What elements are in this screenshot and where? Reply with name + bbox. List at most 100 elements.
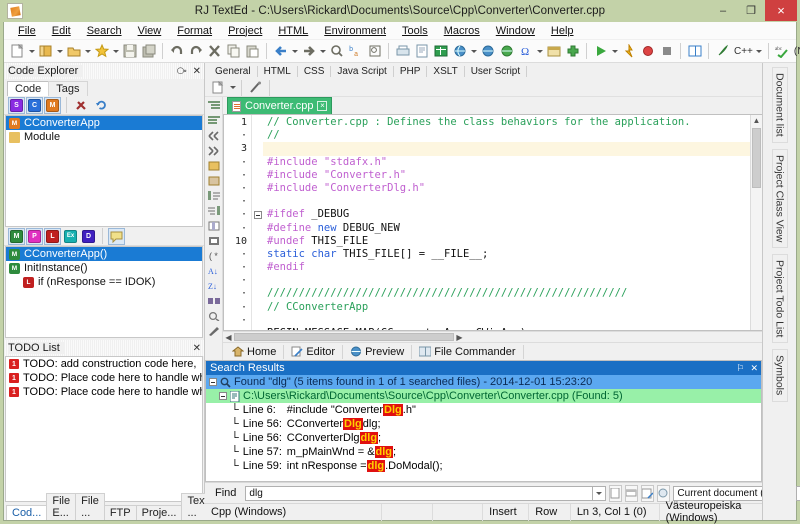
filter-method-button[interactable]: M <box>8 228 25 245</box>
open-folder-dropdown-icon[interactable] <box>83 42 92 61</box>
code-folding-column[interactable] <box>252 115 263 330</box>
ftp-dropdown-icon[interactable] <box>469 42 478 61</box>
search-in-files-icon[interactable] <box>365 42 384 61</box>
zoom-icon[interactable] <box>206 309 222 323</box>
replace-icon[interactable]: ba <box>346 42 365 61</box>
find-in-document-button[interactable] <box>609 485 622 502</box>
compare-icon[interactable] <box>206 294 222 308</box>
filter-class-button[interactable]: C <box>26 97 43 114</box>
back-dropdown-icon[interactable] <box>290 42 299 61</box>
ftp-upload-icon[interactable] <box>450 42 469 61</box>
menu-search[interactable]: Search <box>79 24 130 38</box>
find-in-files-button[interactable] <box>641 485 654 502</box>
tab-xslt[interactable]: XSLT <box>427 66 464 77</box>
menu-window[interactable]: Window <box>488 24 543 38</box>
run-icon[interactable] <box>591 42 610 61</box>
close-icon[interactable]: ✕ <box>190 343 204 354</box>
menu-help[interactable]: Help <box>543 24 582 38</box>
copy-icon[interactable] <box>224 42 243 61</box>
refresh-icon[interactable] <box>92 96 111 115</box>
right-tab-symbols[interactable]: Symbols <box>772 349 788 401</box>
search-result-row[interactable]: └Line 57:m_pMainWnd = &dlg; <box>206 445 761 459</box>
member-list[interactable]: M CConverterApp() M InitInstance() L if … <box>5 246 203 338</box>
menu-environment[interactable]: Environment <box>316 24 394 38</box>
right-tab-project-todo-list[interactable]: Project Todo List <box>772 254 788 343</box>
scrollbar-thumb[interactable] <box>234 333 454 341</box>
code-line[interactable]: #endif <box>263 261 750 274</box>
search-result-row[interactable]: └Line 6:#include "ConverterDlg.h" <box>206 403 761 417</box>
right-tab-document-list[interactable]: Document list <box>772 67 788 143</box>
print-preview-icon[interactable] <box>412 42 431 61</box>
menu-edit[interactable]: Edit <box>44 24 79 38</box>
tab-editor[interactable]: Editor <box>284 345 343 359</box>
spellcheck-language-label[interactable]: (None) <box>792 46 800 57</box>
tab-javascript[interactable]: Java Script <box>331 66 393 77</box>
dock-tab-file-explorer[interactable]: File E... <box>46 493 76 520</box>
tab-css[interactable]: CSS <box>298 66 332 77</box>
pin-icon[interactable]: ⧂ <box>174 66 190 77</box>
code-line[interactable]: // Converter.cpp : Defines the class beh… <box>263 116 750 129</box>
editor-vertical-scrollbar[interactable]: ▲ <box>750 115 762 330</box>
sort-desc-icon[interactable]: Z↓ <box>206 279 222 293</box>
dock-tab-project[interactable]: Proje... <box>136 505 183 520</box>
code-line[interactable]: #include "Converter.h" <box>263 169 750 182</box>
scrollbar-thumb[interactable] <box>752 128 761 188</box>
dock-tab-file-list[interactable]: File ... <box>75 493 105 520</box>
search-result-row[interactable]: └Line 59:int nResponse = dlg.DoModal(); <box>206 459 761 473</box>
save-all-icon[interactable] <box>139 42 158 61</box>
indent-increase-icon[interactable] <box>206 99 222 113</box>
dock-tab-code-explorer[interactable]: Cod... <box>6 505 47 520</box>
scroll-up-icon[interactable]: ▲ <box>753 115 761 126</box>
code-line[interactable]: ////////////////////////////////////////… <box>263 287 750 300</box>
code-line[interactable]: #ifdef _DEBUG <box>263 208 750 221</box>
filter-local-button[interactable]: L <box>44 228 61 245</box>
spellcheck-icon[interactable]: abc <box>773 42 792 61</box>
collapse-icon[interactable] <box>209 378 217 386</box>
paste-icon[interactable] <box>243 42 262 61</box>
chevron-down-icon[interactable] <box>593 486 606 501</box>
record-icon[interactable] <box>638 42 657 61</box>
print-icon[interactable] <box>393 42 412 61</box>
split-view-icon[interactable] <box>685 42 704 61</box>
indent-decrease-icon[interactable] <box>206 114 222 128</box>
favorites-star-icon[interactable] <box>92 42 111 61</box>
open-file-dropdown-icon[interactable] <box>55 42 64 61</box>
pin-icon[interactable]: ⚐ <box>733 363 747 374</box>
sort-asc-icon[interactable]: A↓ <box>206 264 222 278</box>
close-button[interactable]: × <box>765 0 797 21</box>
undo-icon[interactable] <box>167 42 186 61</box>
search-result-row[interactable]: └Line 56:CConverterDlg dlg; <box>206 417 761 431</box>
spreadsheet-icon[interactable] <box>431 42 450 61</box>
search-results-summary-row[interactable]: Found "dlg" (5 items found in 1 of 1 sea… <box>206 375 761 389</box>
close-icon[interactable]: ✕ <box>190 66 204 77</box>
code-line[interactable]: // <box>263 129 750 142</box>
member-item-initinstance[interactable]: M InitInstance() <box>6 261 202 275</box>
wand-icon[interactable] <box>246 78 265 97</box>
close-icon[interactable]: × <box>317 101 327 111</box>
new-document-dropdown-icon[interactable] <box>228 78 237 97</box>
column-select-icon[interactable] <box>206 219 222 233</box>
syntax-language-label[interactable]: C++ <box>732 46 755 57</box>
tab-html[interactable]: HTML <box>258 66 298 77</box>
debug-icon[interactable] <box>619 42 638 61</box>
tree-item-cconverterapp[interactable]: M CConverterApp <box>6 116 202 130</box>
search-result-row[interactable]: └Line 56:CConverterDlg dlg; <box>206 431 761 445</box>
close-icon[interactable]: ✕ <box>747 363 761 374</box>
right-tab-project-class-view[interactable]: Project Class View <box>772 149 788 248</box>
search-results-list[interactable]: Found "dlg" (5 items found in 1 of 1 sea… <box>206 375 761 481</box>
find-input[interactable]: dlg <box>245 486 593 501</box>
uncomment-block-icon[interactable] <box>206 144 222 158</box>
comment-block-icon[interactable] <box>206 129 222 143</box>
scroll-right-icon[interactable]: ▶ <box>454 333 465 342</box>
favorites-dropdown-icon[interactable] <box>111 42 120 61</box>
menu-macros[interactable]: Macros <box>436 24 488 38</box>
align-left-icon[interactable] <box>206 189 222 203</box>
code-line[interactable]: #define new DEBUG_NEW <box>263 222 750 235</box>
todo-item[interactable]: 1 TODO: Place code here to handle when t… <box>6 385 202 399</box>
open-file-icon[interactable] <box>36 42 55 61</box>
menu-format[interactable]: Format <box>169 24 220 38</box>
menu-tools[interactable]: Tools <box>394 24 436 38</box>
run-dropdown-icon[interactable] <box>610 42 619 61</box>
menu-file[interactable]: File <box>10 24 44 38</box>
tree-item-module[interactable]: Module <box>6 130 202 144</box>
